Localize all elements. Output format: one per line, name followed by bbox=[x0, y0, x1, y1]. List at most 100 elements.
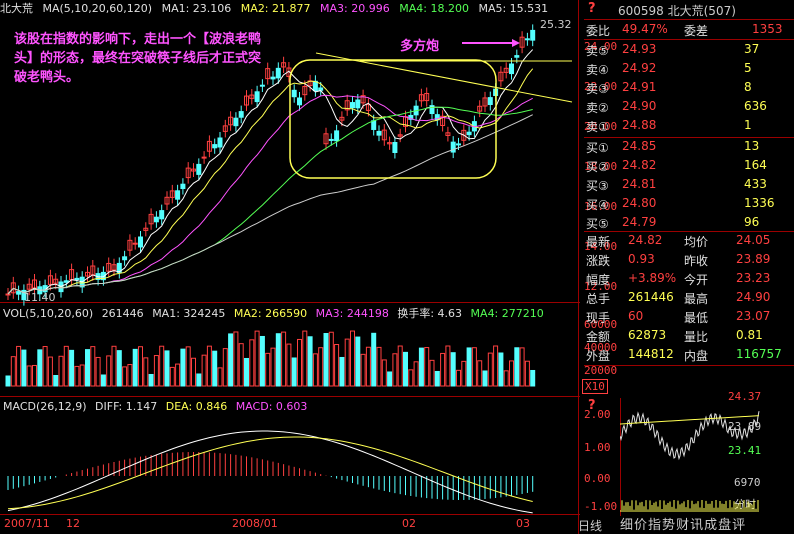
volume-bar bbox=[63, 345, 69, 387]
volume-bar bbox=[26, 365, 32, 387]
candle-body bbox=[355, 99, 361, 109]
volume-bar bbox=[127, 364, 133, 387]
annotation-arrowhead bbox=[512, 39, 520, 47]
volume-bar bbox=[275, 333, 281, 387]
vol-ma2: MA2: 266590 bbox=[233, 307, 308, 320]
bid-volume: 96 bbox=[744, 215, 760, 229]
volume-bar bbox=[307, 336, 313, 387]
ask-volume: 1 bbox=[744, 118, 752, 132]
intraday-mini-chart[interactable] bbox=[620, 366, 760, 514]
candle-body bbox=[376, 130, 382, 136]
ma3-line bbox=[7, 94, 533, 295]
volume-bar bbox=[244, 357, 249, 387]
tab-item[interactable]: 讯 bbox=[690, 518, 703, 533]
volume-bar bbox=[397, 345, 403, 387]
diff-label: 委差 bbox=[684, 24, 709, 38]
ask-price: 24.92 bbox=[622, 61, 657, 75]
volume-bar bbox=[32, 364, 37, 387]
divider bbox=[584, 19, 794, 20]
volume-bar bbox=[519, 347, 525, 387]
ask-label: 卖⑤ bbox=[586, 44, 609, 58]
volume-bar bbox=[482, 370, 488, 387]
volume-bar bbox=[265, 352, 271, 387]
ask-price: 24.93 bbox=[622, 42, 657, 56]
bottom-tab-bar: 细价指势财讯成盘评 bbox=[620, 514, 794, 534]
bid-label: 买① bbox=[586, 141, 609, 155]
candle-body bbox=[487, 97, 493, 106]
volume-bar bbox=[42, 346, 48, 387]
alert-icon[interactable]: ? bbox=[588, 1, 596, 16]
volume-bar bbox=[530, 369, 536, 387]
tab-item[interactable]: 财 bbox=[676, 518, 689, 533]
volume-bar bbox=[191, 357, 196, 387]
candle-body bbox=[318, 87, 324, 91]
volume-bar bbox=[85, 349, 90, 387]
candle-body bbox=[524, 38, 530, 41]
volume-bar bbox=[153, 355, 159, 387]
volume-bar bbox=[185, 346, 191, 387]
volume-bar bbox=[5, 375, 11, 387]
stat-label: 幅度 bbox=[586, 273, 611, 287]
bid-volume: 1336 bbox=[744, 196, 775, 210]
ask-price: 24.90 bbox=[622, 99, 657, 113]
candle-body bbox=[132, 242, 138, 245]
volume-bar bbox=[339, 356, 345, 387]
x-tick-label: 2008/01 bbox=[232, 517, 278, 530]
volume-bar bbox=[440, 352, 446, 387]
candle-body bbox=[530, 29, 536, 41]
stat-value: 23.23 bbox=[736, 271, 771, 285]
stat-value: 0.81 bbox=[736, 328, 763, 342]
volume-bar bbox=[132, 348, 138, 387]
volume-bar bbox=[10, 356, 16, 387]
ma2-line bbox=[7, 68, 534, 295]
volume-bar bbox=[297, 338, 302, 387]
volume-bar bbox=[254, 330, 260, 387]
ask-label: 卖① bbox=[586, 120, 609, 134]
stat-value: 62873 bbox=[628, 328, 667, 342]
tab-item[interactable]: 价 bbox=[634, 518, 647, 533]
tab-item[interactable]: 盘 bbox=[718, 518, 731, 533]
stat-label: 均价 bbox=[684, 235, 709, 249]
bid-row: 买③ 24.81 433 bbox=[584, 177, 794, 193]
volume-bar bbox=[498, 352, 504, 387]
mini-alert-icon[interactable]: ? bbox=[588, 398, 596, 413]
tab-item[interactable]: 细 bbox=[620, 518, 633, 533]
stat-value: +3.89% bbox=[628, 271, 677, 285]
tab-item[interactable]: 指 bbox=[648, 518, 661, 533]
stat-label: 现手 bbox=[586, 311, 611, 325]
candle-body bbox=[196, 163, 202, 175]
candle-body bbox=[5, 293, 11, 296]
ask-price: 24.88 bbox=[622, 118, 657, 132]
volume-bar bbox=[180, 348, 186, 387]
intraday-price-line bbox=[620, 411, 760, 461]
volume-bar bbox=[403, 351, 408, 387]
stat-row: 总手 261446 最高 24.90 bbox=[584, 290, 794, 306]
volume-bar bbox=[106, 355, 112, 387]
volume-bar bbox=[148, 373, 154, 387]
stat-value: 144812 bbox=[628, 347, 674, 361]
volume-bar bbox=[466, 347, 472, 387]
ask-volume: 5 bbox=[744, 61, 752, 75]
volume-bar bbox=[503, 370, 509, 387]
volume-bar bbox=[233, 331, 239, 387]
vol-value: 261446 bbox=[101, 307, 144, 320]
volume-bar bbox=[37, 349, 43, 387]
candle-body bbox=[16, 291, 22, 295]
tab-item[interactable]: 势 bbox=[662, 518, 675, 533]
bid-volume: 433 bbox=[744, 177, 767, 191]
bid-price: 24.79 bbox=[622, 215, 657, 229]
volume-bar bbox=[217, 367, 223, 387]
volume-bar bbox=[312, 353, 318, 387]
volume-bar bbox=[222, 348, 228, 387]
bid-volume: 164 bbox=[744, 158, 767, 172]
stock-code-name: 600598 北大荒(507) bbox=[618, 4, 736, 18]
volume-bar bbox=[355, 336, 361, 387]
volume-bar bbox=[238, 343, 244, 387]
stat-value: 24.05 bbox=[736, 233, 771, 247]
macd-dea-line bbox=[7, 436, 533, 510]
volume-bar bbox=[259, 335, 265, 387]
tab-item[interactable]: 成 bbox=[704, 518, 717, 533]
tab-item[interactable]: 评 bbox=[732, 518, 745, 533]
volume-bar bbox=[79, 364, 85, 387]
volume-bar bbox=[201, 354, 207, 387]
